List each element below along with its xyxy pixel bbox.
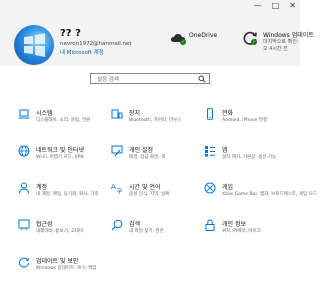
svg-text:A: A [111,183,116,191]
category-desc: Windows 업데이트, 복구, 백업 [36,266,97,271]
search-icon [111,219,123,231]
minimize-button[interactable]: — [254,1,262,11]
category-accounts[interactable]: 계정 내 계정, 메일, 동기화, 회사, 가족 [18,182,113,212]
category-update-security[interactable]: 업데이트 및 보안 Windows 업데이트, 복구, 백업 [18,256,113,286]
xbox-icon [204,182,216,194]
category-devices[interactable]: 장치 Bluetooth, 프린터, 마우스 [111,108,206,138]
category-personalization[interactable]: 개인 설정 배경, 잠금 화면, 색 [111,145,206,175]
category-system[interactable]: 시스템 디스플레이, 소리, 알림, 전원 [18,108,113,138]
account-email: nevron1972@hanmail.net [60,41,132,47]
category-title: 시스템 [36,110,53,117]
apps-icon [205,146,215,157]
category-search[interactable]: 검색 내 파일 찾기, 권한 [111,219,206,249]
globe-icon [18,145,30,157]
onedrive-label: OneDrive [189,32,218,39]
category-title: 검색 [129,221,141,228]
category-desc: 디스플레이, 소리, 알림, 전원 [36,118,91,123]
category-title: 개인 설정 [129,147,153,154]
window-controls: — □ ✕ [254,1,296,11]
devices-icon [111,109,123,119]
update-sub-1: 마지막으로 확인: [263,39,299,45]
accessibility-icon [18,219,30,231]
person-icon [19,182,29,194]
category-desc: 내 계정, 메일, 동기화, 회사, 가족 [36,192,99,197]
update-icon [19,257,29,268]
svg-text:字: 字 [117,188,123,195]
update-sub-2: 오 4시간 전 [263,46,288,52]
microsoft-account-link[interactable]: 내 Microsoft 계정 [60,48,104,56]
category-desc: 내레이터, 돋보기, 고대비 [36,229,84,234]
category-desc: Wi-Fi, 비행기 모드, VPN [36,155,84,160]
category-network[interactable]: 네트워크 및 인터넷 Wi-Fi, 비행기 모드, VPN [18,145,113,175]
laptop-icon [18,109,30,119]
category-title: 게임 [222,184,234,191]
category-desc: Xbox Game Bar, 캡처, 브로드캐스트, 게임 모드 [222,192,317,197]
category-gaming[interactable]: 게임 Xbox Game Bar, 캡처, 브로드캐스트, 게임 모드 [204,182,317,212]
category-phone[interactable]: 전화 Android, iPhone 연결 [204,108,299,138]
onedrive-ok-icon: ✓ [180,39,186,45]
category-time-language[interactable]: A 字 시간 및 언어 음성 인식, 지역, 날짜 [111,182,206,212]
windows-logo-icon [24,33,45,57]
avatar[interactable] [14,25,54,65]
close-button[interactable]: ✕ [289,1,296,11]
category-desc: 위치, 카메라, 마이크 [222,229,261,234]
account-header: ?? ? nevron1972@hanmail.net 내 Microsoft … [0,14,314,66]
category-desc: Bluetooth, 프린터, 마우스 [129,118,182,123]
category-title: 업데이트 및 보안 [36,258,79,265]
lock-icon [205,219,215,231]
category-title: 전화 [222,110,234,117]
search-input[interactable]: 설정 검색 [97,75,119,83]
category-desc: 배경, 잠금 화면, 색 [129,155,166,160]
time-language-icon: A 字 [111,183,123,195]
category-apps[interactable]: 앱 설치 제거, 기본값, 옵션 기능 [204,145,299,175]
category-desc: 내 파일 찾기, 권한 [129,229,164,234]
update-ok-icon: ✓ [251,39,257,45]
category-privacy[interactable]: 개인 정보 위치, 카메라, 마이크 [204,219,299,249]
category-accessibility[interactable]: 접근성 내레이터, 돋보기, 고대비 [18,219,113,249]
category-title: 접근성 [36,221,53,228]
category-title: 앱 [222,147,228,154]
account-name: ?? ? [60,28,81,39]
brush-icon [111,145,123,157]
category-desc: 음성 인식, 지역, 날짜 [129,192,170,197]
category-title: 개인 정보 [222,221,246,228]
phone-icon [207,108,213,120]
maximize-button[interactable]: □ [272,1,280,11]
title-bar: — □ ✕ [0,0,300,14]
category-title: 장치 [129,110,141,117]
settings-search[interactable]: 설정 검색 [90,73,210,84]
category-title: 계정 [36,184,48,191]
search-icon [198,75,206,83]
category-desc: 설치 제거, 기본값, 옵션 기능 [222,155,277,160]
onedrive-item[interactable]: ✓ OneDrive [170,28,220,58]
windows-update-item[interactable]: ✓ Windows 업데이트 마지막으로 확인: 오 4시간 전 [242,28,314,62]
category-title: 네트워크 및 인터넷 [36,147,84,154]
category-desc: Android, iPhone 연결 [222,118,268,123]
category-title: 시간 및 언어 [129,184,161,191]
